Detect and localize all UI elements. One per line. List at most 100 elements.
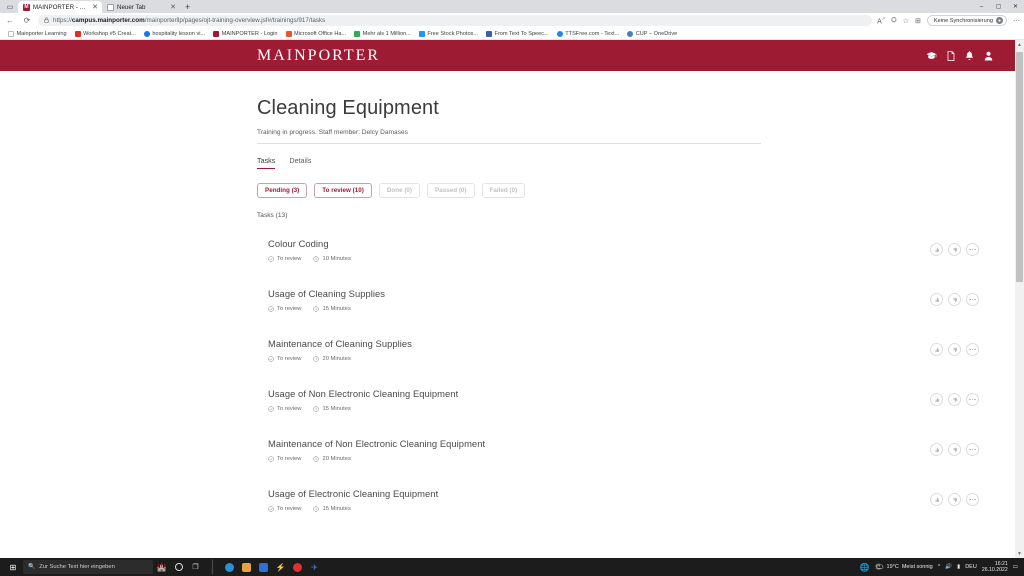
maximize-button[interactable]: ▢ [990, 0, 1007, 13]
language-indicator[interactable]: DEU [965, 564, 977, 570]
weather-widget[interactable]: 🌤 19°C Meist sonnig [875, 563, 933, 571]
thumbs-up-button[interactable] [930, 243, 943, 256]
document-icon[interactable] [947, 50, 955, 61]
scroll-down-icon[interactable]: ▼ [1015, 549, 1024, 558]
tray-expand-icon[interactable]: ^ [938, 564, 941, 570]
browser-essentials-icon[interactable]: ⊞ [915, 17, 921, 25]
network-globe-icon[interactable]: 🌐 [860, 563, 870, 572]
back-icon[interactable]: ← [4, 15, 16, 27]
task-title[interactable]: Usage of Non Electronic Cleaning Equipme… [268, 388, 930, 399]
filter-chip-pending[interactable]: Pending (3) [257, 183, 308, 198]
more-options-button[interactable] [966, 343, 979, 356]
opera-icon[interactable] [289, 558, 306, 576]
task-info: Usage of Electronic Cleaning Equipment To… [268, 488, 930, 512]
bookmark-item[interactable]: Workshop #5 Creat... [71, 30, 140, 37]
network-icon[interactable]: ▮ [957, 564, 960, 570]
blank-page-favicon [107, 3, 114, 11]
browser-tab-0[interactable]: MAINPORTER - On-the-job trai ✕ [18, 1, 102, 13]
thumbs-up-button[interactable] [930, 293, 943, 306]
url-input[interactable]: https://campus.mainporter.com/mainporter… [38, 15, 873, 26]
thumbs-down-button[interactable] [948, 443, 961, 456]
bookmark-item[interactable]: From Text To Speec... [482, 30, 553, 37]
task-view-icon[interactable]: ❐ [187, 558, 204, 576]
collections-icon[interactable]: ⛭ [891, 17, 897, 25]
new-tab-button[interactable]: + [180, 1, 195, 13]
check-circle-icon [268, 406, 274, 412]
edge-icon[interactable] [221, 558, 238, 576]
tab-close-icon[interactable]: ✕ [92, 4, 98, 11]
bookmark-favicon [418, 30, 425, 37]
bookmark-item[interactable]: Mainporter Learning [4, 30, 71, 37]
start-button-icon[interactable]: ⊞ [3, 563, 23, 572]
bookmark-item[interactable]: hospitality lesson vi... [140, 30, 209, 37]
graduation-cap-icon[interactable] [926, 51, 937, 60]
thumbs-down-button[interactable] [948, 343, 961, 356]
file-explorer-icon[interactable] [238, 558, 255, 576]
bookmark-item[interactable]: Microsoft Office Ha... [282, 30, 351, 37]
header-icon-group [926, 50, 993, 61]
task-row[interactable]: Usage of Non Electronic Cleaning Equipme… [257, 379, 995, 429]
tab-close-icon[interactable]: ✕ [170, 4, 176, 11]
action-center-icon[interactable]: ▭ [1013, 564, 1018, 570]
brand-logo[interactable]: MAINPORTER [257, 47, 380, 65]
tab-tasks[interactable]: Tasks [257, 156, 276, 169]
profile-button[interactable]: Keine Synchronisierung ● [926, 15, 1007, 26]
more-options-button[interactable] [966, 243, 979, 256]
thumbs-down-button[interactable] [948, 293, 961, 306]
bookmark-item[interactable]: Free Stock Photos... [415, 30, 482, 37]
task-row[interactable]: Maintenance of Non Electronic Cleaning E… [257, 429, 995, 479]
bookmark-item[interactable]: CUP – OneDrive [623, 30, 681, 37]
dropbox-icon[interactable] [255, 558, 272, 576]
more-options-button[interactable] [966, 443, 979, 456]
page-scrollbar[interactable]: ▲ ▼ [1015, 40, 1024, 558]
task-title[interactable]: Colour Coding [268, 238, 930, 249]
favorites-icon[interactable]: ☆ [903, 17, 909, 25]
task-title[interactable]: Maintenance of Cleaning Supplies [268, 338, 930, 349]
thumbs-down-button[interactable] [948, 493, 961, 506]
more-options-button[interactable] [966, 393, 979, 406]
cortana-icon[interactable] [170, 558, 187, 576]
read-aloud-icon[interactable]: A↗ [877, 16, 885, 25]
tab-details[interactable]: Details [289, 156, 311, 169]
rocket-icon[interactable]: ✈ [306, 558, 323, 576]
thumbs-down-button[interactable] [948, 243, 961, 256]
filter-chip-to-review[interactable]: To review (10) [314, 183, 372, 198]
thumbs-down-button[interactable] [948, 393, 961, 406]
more-options-button[interactable] [966, 293, 979, 306]
user-icon[interactable] [984, 51, 993, 61]
filter-chip-passed[interactable]: Passed (0) [427, 183, 475, 198]
bookmark-item[interactable]: Mehr als 1 Million... [350, 30, 415, 37]
volume-icon[interactable]: 🔊 [945, 564, 952, 570]
task-row[interactable]: Usage of Cleaning Supplies To review 15 Mi… [257, 279, 995, 329]
thumbs-up-button[interactable] [930, 443, 943, 456]
clock[interactable]: 16:21 26.10.2022 [982, 561, 1008, 574]
browser-menu-icon[interactable]: ⋯ [1013, 17, 1020, 25]
filter-chip-done[interactable]: Done (0) [378, 183, 421, 198]
task-title[interactable]: Maintenance of Non Electronic Cleaning E… [268, 438, 930, 449]
thumbs-up-button[interactable] [930, 493, 943, 506]
bookmark-item[interactable]: MAINPORTER - Login [209, 30, 281, 37]
taskbar-search-input[interactable]: 🔍 Zur Suche Text hier eingeben [23, 560, 153, 574]
minimize-button[interactable]: – [973, 0, 990, 13]
tab-search-icon[interactable]: ▭ [2, 0, 18, 13]
scrollbar-thumb[interactable] [1016, 52, 1023, 282]
taskbar-widget-icon[interactable]: 🏰 [153, 558, 170, 576]
task-status-label: To review [277, 506, 302, 512]
thumbs-up-button[interactable] [930, 393, 943, 406]
bookmark-item[interactable]: TTSFree.com - Text... [553, 30, 623, 37]
bell-icon[interactable] [965, 50, 974, 61]
task-row[interactable]: Maintenance of Cleaning Supplies To revie… [257, 329, 995, 379]
browser-tab-1[interactable]: Neuer Tab ✕ [102, 1, 180, 13]
task-row[interactable]: Usage of Electronic Cleaning Equipment To… [257, 479, 995, 529]
task-row[interactable]: Colour Coding To review 10 Minutes [257, 229, 995, 279]
task-status: To review [268, 406, 301, 412]
task-title[interactable]: Usage of Electronic Cleaning Equipment [268, 488, 930, 499]
scroll-up-icon[interactable]: ▲ [1015, 40, 1024, 49]
reload-icon[interactable]: ⟳ [21, 15, 33, 27]
thumbs-up-button[interactable] [930, 343, 943, 356]
lightning-icon[interactable]: ⚡ [272, 558, 289, 576]
close-window-button[interactable]: ✕ [1007, 0, 1024, 13]
filter-chip-failed[interactable]: Failed (0) [481, 183, 526, 198]
more-options-button[interactable] [966, 493, 979, 506]
task-title[interactable]: Usage of Cleaning Supplies [268, 288, 930, 299]
